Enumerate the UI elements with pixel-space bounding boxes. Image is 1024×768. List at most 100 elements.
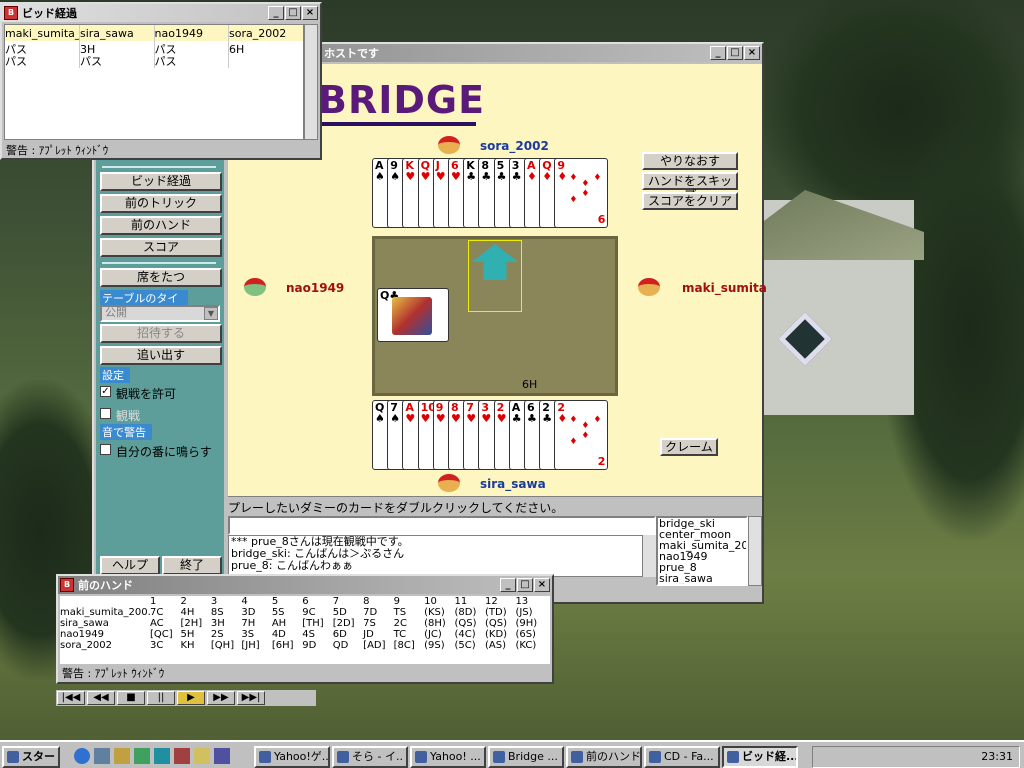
prev-hand-cell: 3S — [241, 629, 255, 640]
app-icon[interactable] — [194, 748, 210, 764]
bid-cell — [229, 56, 304, 68]
task-yahoo-game[interactable]: Yahoo!ゲ.. — [254, 746, 330, 768]
ie-icon[interactable] — [74, 748, 90, 764]
prev-hand-cell: QD — [332, 640, 349, 651]
app-icon[interactable] — [114, 748, 130, 764]
sound-checkbox[interactable] — [100, 444, 111, 455]
prev-hand-cell: 2S — [210, 629, 224, 640]
prev-hand-col-header: 8 — [363, 596, 370, 607]
prev-hand-col-header: 2 — [180, 596, 187, 607]
task-cd[interactable]: CD - Fa... — [644, 746, 720, 768]
bid-window-warning: 警告 : ｱﾌﾟﾚｯﾄ ｳｨﾝﾄﾞｳ — [6, 144, 109, 157]
instruction-text: プレーしたいダミーのカードをダブルクリックしてください。 — [228, 501, 564, 515]
prev-hand-cell: [2H] — [180, 618, 203, 629]
rewind-icon[interactable]: ◀◀ — [87, 691, 115, 705]
prev-hand-cell: 7S — [363, 618, 376, 629]
prev-trick-button[interactable]: 前のトリック — [100, 194, 222, 213]
prev-hand-col-header: 7 — [332, 596, 340, 607]
help-button[interactable]: ヘルプ — [100, 556, 160, 575]
watch-checkbox-label: 観戦 — [116, 409, 141, 423]
last-icon[interactable]: ▶▶| — [237, 691, 265, 705]
prev-hand-cell: KH — [180, 640, 195, 651]
bid-history-button[interactable]: ビッド経過 — [100, 172, 222, 191]
prev-hand-cell: 5H — [180, 629, 195, 640]
playing-card[interactable]: 9 ♦ 6 ♦ ♦ ♦ ♦ ♦ — [554, 158, 609, 228]
prev-hand-col-header: 3 — [210, 596, 218, 607]
prev-hand-cell: (6S) — [515, 629, 536, 640]
app-icon[interactable] — [154, 748, 170, 764]
first-icon[interactable]: |◀◀ — [57, 691, 85, 705]
desktop-icon[interactable] — [94, 748, 110, 764]
prev-hand-cell: [JH] — [241, 640, 260, 651]
clear-score-button[interactable]: スコアをクリア — [642, 192, 738, 210]
close-button[interactable]: × — [534, 578, 550, 592]
watch-checkbox[interactable] — [100, 408, 111, 419]
user-list-item[interactable]: sira_sawa — [659, 573, 746, 584]
quit-button[interactable]: 終了 — [162, 556, 222, 575]
task-bridge[interactable]: Bridge ... — [488, 746, 564, 768]
bid-header: maki_sumita_.. — [5, 25, 80, 41]
task-yahoo[interactable]: Yahoo! ... — [410, 746, 486, 768]
app-icon[interactable] — [214, 748, 230, 764]
stop-icon[interactable]: ■ — [117, 691, 145, 705]
pause-icon[interactable]: || — [147, 691, 175, 705]
west-avatar — [244, 278, 266, 296]
prev-hand-cell: 8S — [210, 607, 224, 618]
forward-icon[interactable]: ▶▶ — [207, 691, 235, 705]
logo-underline — [314, 122, 476, 126]
leave-seat-button[interactable]: 席をたつ — [100, 268, 222, 287]
clock[interactable]: 23:31 — [981, 750, 1013, 763]
prev-hand-cell: (JC) — [424, 629, 442, 640]
close-button[interactable]: × — [744, 46, 760, 60]
prev-hand-cell: (TD) — [484, 607, 507, 618]
score-button[interactable]: スコア — [100, 238, 222, 257]
chat-scrollbar[interactable] — [642, 535, 656, 577]
prev-hand-cell: 4S — [302, 629, 315, 640]
minimize-button[interactable]: _ — [500, 578, 516, 592]
prev-hand-cell: 9C — [302, 607, 316, 618]
maximize-button[interactable]: □ — [517, 578, 533, 592]
prev-hand-button[interactable]: 前のハンド — [100, 216, 222, 235]
chat-input[interactable] — [228, 516, 656, 535]
skip-hand-button[interactable]: ハンドをスキップ — [642, 172, 738, 202]
table-row: sora_2002 3C KH [QH] [JH] [6H] 9D QD [AD] [8C] (9S… — [60, 640, 546, 651]
app-icon[interactable] — [134, 748, 150, 764]
maximize-button[interactable]: □ — [285, 6, 301, 20]
sound-checkbox-label: 自分の番に鳴らす — [116, 445, 212, 459]
claim-button[interactable]: クレーム — [660, 438, 718, 456]
close-button[interactable]: × — [302, 6, 318, 20]
bid-scrollbar[interactable] — [304, 24, 318, 140]
allow-watch-checkbox[interactable]: ✓ — [100, 386, 111, 397]
user-list[interactable]: bridge_ski center_moon maki_sumita_200..… — [656, 516, 748, 586]
task-bid-history[interactable]: ビッド経... — [722, 746, 798, 768]
redo-button[interactable]: やりなおす — [642, 152, 738, 170]
playing-card[interactable]: 2 ♦ 2 ♦ ♦ ♦ ♦ ♦ — [554, 400, 609, 470]
maximize-button[interactable]: □ — [727, 46, 743, 60]
start-button[interactable]: スタート — [2, 746, 60, 768]
dropdown-arrow-icon[interactable]: ▼ — [204, 307, 218, 320]
task-prev-hand[interactable]: 前のハンド — [566, 746, 642, 768]
user-list-scrollbar[interactable] — [748, 516, 762, 586]
allow-watch-label: 観戦を許可 — [116, 387, 177, 401]
contract-label: 6H — [522, 378, 538, 391]
chat-log[interactable]: *** prue_8さんは現在観戦中です。 bridge_ski: こんばんは＞… — [228, 535, 656, 577]
kick-button[interactable]: 追い出す — [100, 346, 222, 365]
settings-label: 設定 — [100, 367, 130, 383]
prev-hand-warning: 警告 : ｱﾌﾟﾚｯﾄ ｳｨﾝﾄﾞｳ — [62, 667, 165, 680]
app-icon[interactable] — [174, 748, 190, 764]
prev-hand-cell: 5D — [332, 607, 347, 618]
play-icon[interactable]: ▶ — [177, 691, 205, 705]
prev-hand-col-header: 5 — [271, 596, 279, 607]
north-avatar — [438, 136, 460, 154]
table-row: sira_sawa AC [2H] 3H 7H AH [TH] [2D] 7S 2C (8H) (QS… — [60, 618, 546, 629]
invite-button[interactable]: 招待する — [100, 324, 222, 343]
bid-window-title: ビッド経過 — [22, 7, 77, 20]
bid-cell: パス — [5, 41, 80, 56]
minimize-button[interactable]: _ — [268, 6, 284, 20]
table-type-select[interactable]: 公開 ▼ — [100, 305, 220, 322]
prev-hand-cell: [QH] — [210, 640, 235, 651]
prev-hand-col-header: 12 — [484, 596, 498, 607]
task-sora[interactable]: そら - イ.. — [332, 746, 408, 768]
minimize-button[interactable]: _ — [710, 46, 726, 60]
queen-face — [392, 297, 432, 335]
